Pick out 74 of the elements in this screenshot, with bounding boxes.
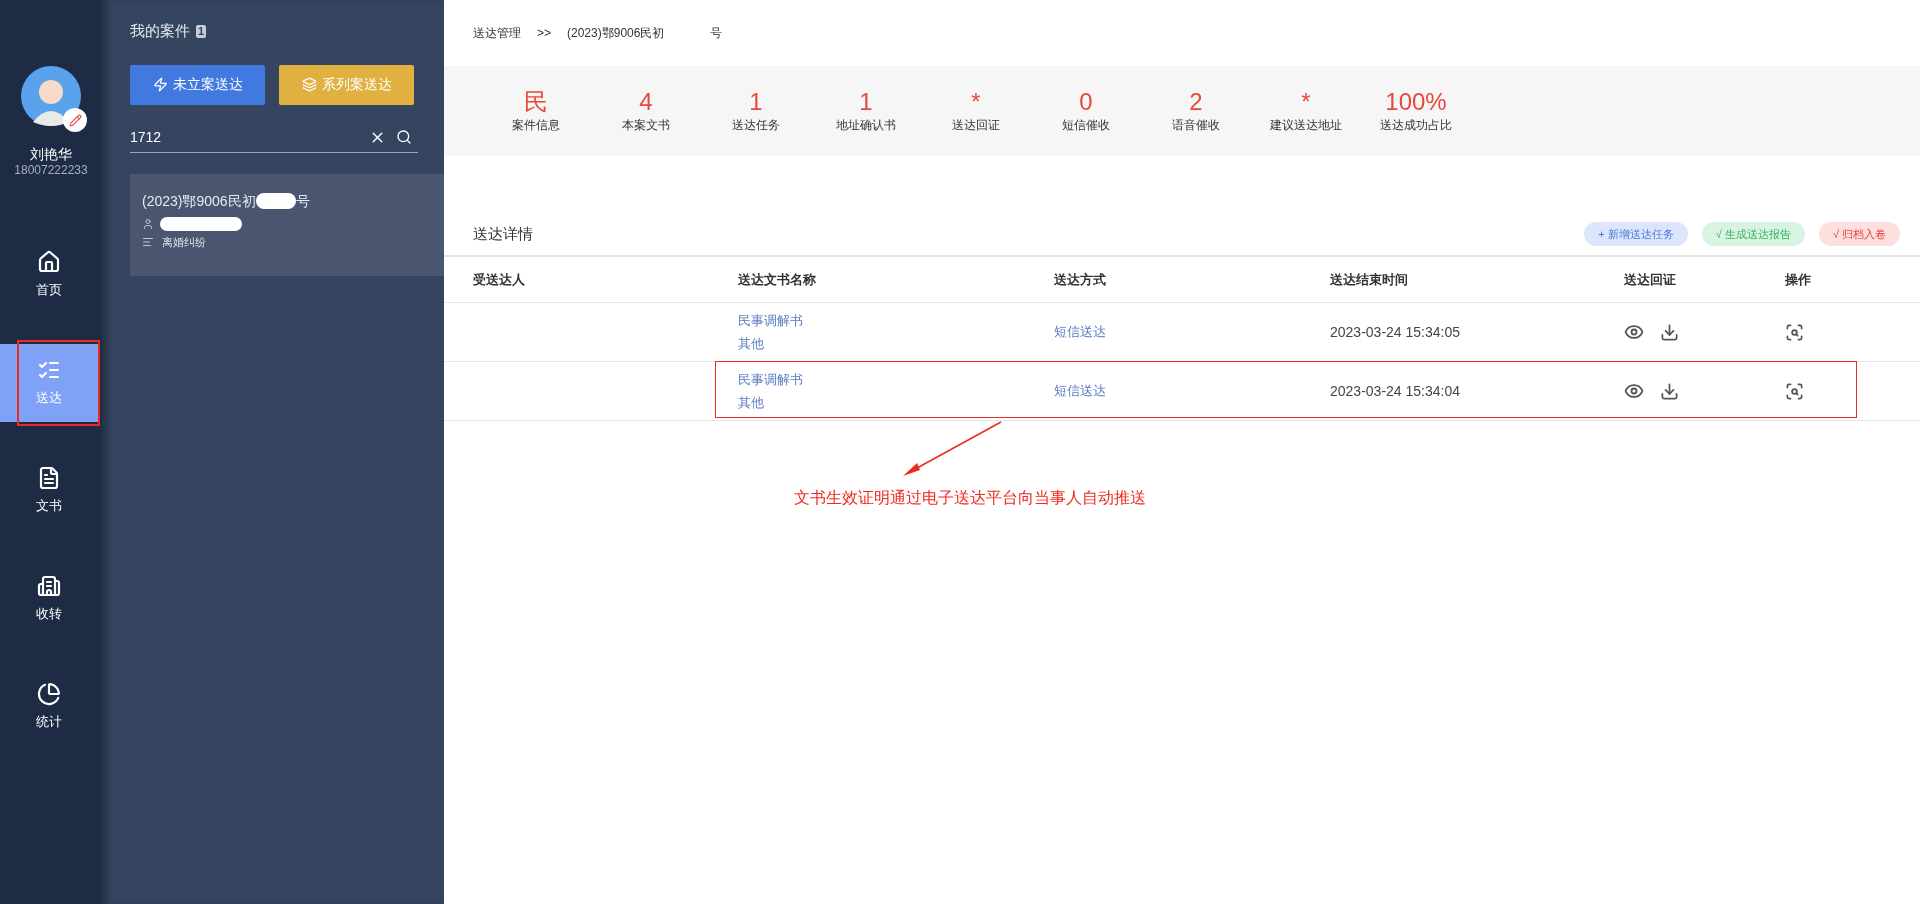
nav-item[interactable]: 收转 bbox=[0, 560, 98, 638]
user-name: 刘艳华 bbox=[30, 146, 72, 162]
document-link[interactable]: 民事调解书 bbox=[738, 369, 803, 389]
stat-value[interactable]: 100% bbox=[1385, 88, 1447, 116]
action-button[interactable]: √ 生成送达报告 bbox=[1701, 222, 1805, 246]
stat-label: 建议送达地址 bbox=[1270, 117, 1342, 134]
download-icon[interactable] bbox=[1660, 322, 1679, 342]
action-button[interactable]: + 新增送达任务 bbox=[1584, 222, 1688, 246]
list-icon bbox=[142, 235, 154, 248]
stat-label: 地址确认书 bbox=[836, 117, 896, 134]
stat-label: 送达任务 bbox=[732, 117, 780, 134]
case-number: (2023)鄂9006民初 bbox=[142, 191, 256, 211]
document-link[interactable]: 其他 bbox=[738, 334, 764, 354]
end-time: 2023-03-24 15:34:04 bbox=[1330, 381, 1461, 401]
edit-icon[interactable] bbox=[63, 108, 87, 132]
stat-label: 案件信息 bbox=[512, 117, 560, 134]
stat-value[interactable]: * bbox=[1301, 88, 1311, 116]
nav-item[interactable]: 文书 bbox=[0, 452, 98, 530]
stat-value[interactable]: * bbox=[971, 88, 981, 116]
delivery-button[interactable]: 未立案送达 bbox=[130, 64, 265, 105]
case-number-suffix: 号 bbox=[295, 191, 310, 211]
nav-item[interactable]: 送达 bbox=[0, 344, 98, 422]
stat-value[interactable]: 1 bbox=[749, 88, 763, 116]
section-title: 送达详情 bbox=[473, 223, 533, 244]
stat-value[interactable]: 民 bbox=[524, 88, 548, 116]
annotation-text: 文书生效证明通过电子送达平台向当事人自动推送 bbox=[794, 488, 1146, 508]
breadcrumb-item[interactable]: 送达管理 bbox=[473, 24, 521, 42]
case-card[interactable]: (2023)鄂9006民初 号 离婚纠纷 bbox=[130, 173, 444, 276]
document-icon bbox=[37, 466, 61, 491]
case-count: 1 bbox=[196, 24, 207, 38]
stat-label: 本案文书 bbox=[622, 117, 670, 134]
view-icon[interactable] bbox=[1624, 381, 1644, 401]
case-category: 离婚纠纷 bbox=[162, 234, 206, 250]
nav-item[interactable]: 统计 bbox=[0, 668, 98, 746]
layers-icon bbox=[301, 77, 317, 92]
user-phone: 18007222233 bbox=[14, 162, 88, 178]
home-icon bbox=[37, 250, 61, 275]
stat-label: 语音催收 bbox=[1172, 117, 1220, 134]
document-link[interactable]: 民事调解书 bbox=[738, 310, 803, 330]
pie-chart-icon bbox=[37, 682, 61, 707]
download-icon[interactable] bbox=[1660, 381, 1679, 401]
redaction-mark bbox=[255, 193, 296, 209]
search-field[interactable]: 1712 bbox=[130, 126, 369, 148]
user-avatar[interactable] bbox=[21, 66, 81, 126]
column-header: 送达回证 bbox=[1624, 270, 1677, 289]
person-icon bbox=[142, 217, 154, 230]
column-header: 送达文书名称 bbox=[738, 270, 817, 289]
stat-value[interactable]: 1 bbox=[859, 88, 873, 116]
stat-label: 短信催收 bbox=[1062, 117, 1110, 134]
column-header: 送达结束时间 bbox=[1330, 270, 1409, 289]
building-icon bbox=[37, 574, 61, 599]
inspect-icon[interactable] bbox=[1785, 322, 1804, 342]
stat-value[interactable]: 2 bbox=[1189, 88, 1203, 116]
search-icon[interactable] bbox=[396, 129, 412, 145]
view-icon[interactable] bbox=[1624, 322, 1644, 342]
stat-value[interactable]: 4 bbox=[639, 88, 653, 116]
delivery-method-link[interactable]: 短信送达 bbox=[1054, 381, 1106, 401]
delivery-method-link[interactable]: 短信送达 bbox=[1054, 322, 1106, 342]
nav-item[interactable]: 首页 bbox=[0, 236, 98, 314]
breadcrumb-item: 号 bbox=[710, 25, 723, 42]
column-header: 受送达人 bbox=[473, 270, 526, 289]
column-header: 送达方式 bbox=[1054, 270, 1107, 289]
column-header: 操作 bbox=[1785, 270, 1812, 289]
stat-value[interactable]: 0 bbox=[1079, 88, 1093, 116]
document-link[interactable]: 其他 bbox=[738, 393, 764, 413]
stat-label: 送达成功占比 bbox=[1380, 117, 1452, 134]
bolt-icon bbox=[152, 77, 168, 92]
inspect-icon[interactable] bbox=[1785, 381, 1804, 401]
breadcrumb-item: >> bbox=[537, 25, 551, 42]
end-time: 2023-03-24 15:34:05 bbox=[1330, 322, 1461, 342]
panel-title: 我的案件 bbox=[130, 21, 190, 41]
stat-label: 送达回证 bbox=[952, 117, 1000, 134]
breadcrumb-item: (2023)鄂9006民初 bbox=[567, 25, 665, 42]
action-button[interactable]: √ 归档入卷 bbox=[1818, 222, 1900, 246]
